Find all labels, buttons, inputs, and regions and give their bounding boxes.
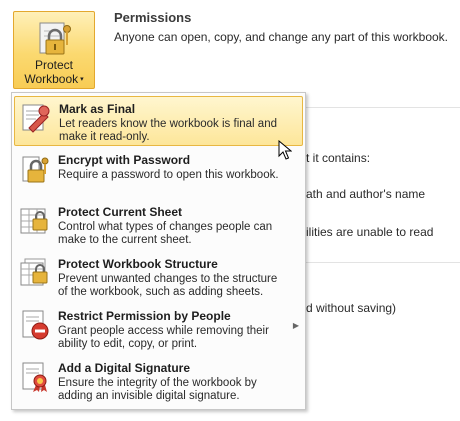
section-divider xyxy=(300,262,460,263)
menu-item-title: Restrict Permission by People xyxy=(58,309,231,323)
permissions-description: Anyone can open, copy, and change any pa… xyxy=(114,30,448,44)
menu-item-description: Control what types of changes people can… xyxy=(58,221,273,246)
protect-workbook-menu: Mark as Final Let readers know the workb… xyxy=(11,92,306,410)
protect-workbook-button[interactable]: Protect Workbook ▾ xyxy=(13,11,95,89)
menu-item-description: Grant people access while removing their… xyxy=(58,325,269,350)
signature-icon xyxy=(22,362,47,392)
menu-item-protect-workbook-structure[interactable]: Protect Workbook Structure Prevent unwan… xyxy=(14,252,303,302)
background-text: ath and author's name xyxy=(306,187,426,201)
submenu-arrow-icon: ▶ xyxy=(292,321,299,330)
mouse-cursor-icon xyxy=(278,140,292,160)
menu-item-title: Add a Digital Signature xyxy=(58,361,191,375)
menu-item-protect-current-sheet[interactable]: Protect Current Sheet Control what types… xyxy=(14,200,303,250)
restrict-permission-icon xyxy=(22,310,49,340)
chevron-down-icon: ▾ xyxy=(80,76,84,83)
menu-item-description: Prevent unwanted changes to the structur… xyxy=(58,273,278,298)
menu-item-title: Mark as Final xyxy=(59,102,136,116)
lock-key-icon xyxy=(39,22,71,55)
background-text: d without saving) xyxy=(306,301,397,315)
background-text: t it contains: xyxy=(306,151,371,165)
protect-workbook-label: Protect Workbook ▾ xyxy=(24,58,84,86)
menu-item-title: Protect Workbook Structure xyxy=(58,257,218,271)
menu-item-encrypt-with-password[interactable]: Encrypt with Password Require a password… xyxy=(14,148,303,198)
menu-item-title: Encrypt with Password xyxy=(58,153,191,167)
menu-item-description: Let readers know the workbook is final a… xyxy=(59,118,277,143)
menu-item-mark-as-final[interactable]: Mark as Final Let readers know the workb… xyxy=(14,96,303,146)
menu-item-add-digital-signature[interactable]: Add a Digital Signature Ensure the integ… xyxy=(14,356,303,406)
permissions-title: Permissions xyxy=(114,10,192,25)
mark-final-icon xyxy=(22,104,50,133)
encrypt-icon xyxy=(22,156,49,183)
menu-item-restrict-permission-by-people[interactable]: Restrict Permission by People Grant peop… xyxy=(14,304,303,354)
protect-sheet-icon xyxy=(20,208,48,234)
protect-structure-icon xyxy=(20,258,48,286)
background-text: ilities are unable to read xyxy=(306,225,434,239)
menu-item-title: Protect Current Sheet xyxy=(58,205,183,219)
menu-item-description: Require a password to open this workbook… xyxy=(58,169,279,181)
menu-item-description: Ensure the integrity of the workbook by … xyxy=(58,377,257,402)
